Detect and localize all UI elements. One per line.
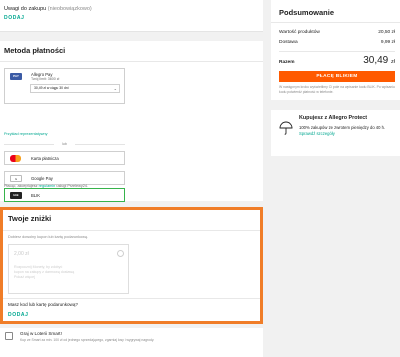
payment-option-label: Google Pay	[31, 176, 53, 181]
total-label: Razem	[279, 60, 295, 65]
checkout-summary-column: Podsumowanie Wartość produktów 20,50 zł …	[263, 0, 400, 357]
allegro-pay-plan-select[interactable]: 30,49 zł w ciągu 30 dni ⌄	[30, 84, 120, 93]
total-currency: zł	[391, 59, 395, 65]
payment-option-blik[interactable]: blik BLIK	[4, 188, 125, 202]
terms-suffix: usługi Przelewy24.	[56, 184, 89, 188]
notes-optional-text: (nieobowiązkowo)	[47, 6, 92, 12]
coupon-amount: 2,00 zł	[14, 251, 29, 257]
protect-details-link[interactable]: Sprawdź szczegóły	[299, 131, 335, 136]
payment-option-allegro-pay[interactable]: PAY Allegro Pay Twój limit: 3600 zł 30,4…	[4, 68, 125, 104]
protect-desc-text: 100% zakupów ze zwrotem pieniędzy do 40 …	[299, 125, 386, 130]
summary-row-label: Dostawa	[279, 40, 298, 45]
google-pay-icon: G	[10, 175, 22, 182]
divider	[271, 22, 400, 23]
add-notes-link[interactable]: DODAJ	[4, 15, 25, 21]
summary-row-value: 9,99 zł	[380, 40, 395, 45]
terms-link[interactable]: regulamin	[39, 184, 56, 188]
allegro-protect-card: Kupujesz z Allegro Protect 100% zakupów …	[271, 110, 400, 156]
coupon-line: kupon na zakupy z darmową dostawą	[14, 270, 75, 274]
summary-card: Podsumowanie Wartość produktów 20,50 zł …	[271, 0, 400, 100]
lottery-title: Graj w Loterii Smart!	[20, 331, 62, 336]
coupon-radio[interactable]	[117, 250, 124, 257]
umbrella-icon	[279, 121, 293, 135]
coupon-line: Pokaż więcej	[14, 275, 35, 279]
representative-example-link[interactable]: Przykład reprezentatywny	[4, 132, 47, 136]
blik-info-note: W następnym kroku wyświetlimy Ci pole na…	[279, 85, 395, 94]
divider	[3, 230, 260, 231]
pay-with-blik-button[interactable]: PŁACĘ BLIKIEM	[279, 71, 395, 82]
protect-title: Kupujesz z Allegro Protect	[299, 115, 368, 121]
payment-option-label: BLIK	[31, 193, 41, 198]
lottery-description: Kup ze Smart za min. 100 zł od jednego s…	[20, 338, 155, 342]
payment-terms-note: Płacąc, akceptujesz regulamin usługi Prz…	[4, 184, 88, 188]
total-value: 30,49 zł	[363, 55, 395, 66]
discounts-title: Twoje zniżki	[8, 214, 52, 223]
allegro-pay-limit: Twój limit: 3600 zł	[31, 77, 60, 81]
allegro-pay-icon: PAY	[10, 73, 22, 80]
divider	[0, 61, 263, 62]
ticket-icon	[5, 332, 13, 340]
card-icon	[10, 155, 21, 162]
or-divider: lub	[4, 142, 125, 146]
notes-label: Uwagi do zakupu (nieobowiązkowo)	[4, 6, 92, 12]
summary-row-value: 20,50 zł	[378, 30, 395, 35]
summary-title: Podsumowanie	[279, 8, 335, 17]
payment-method-title: Metoda płatności	[4, 46, 66, 55]
notes-label-text: Uwagi do zakupu	[4, 6, 47, 12]
add-gift-code-link[interactable]: DODAJ	[8, 312, 29, 318]
divider	[3, 298, 260, 299]
summary-row-products: Wartość produktów 20,50 zł	[279, 30, 395, 35]
payment-option-label: Karta płatnicza	[31, 156, 59, 161]
payment-method-card: Metoda płatności PAY Allegro Pay Twój li…	[0, 41, 263, 221]
gift-code-question: Masz kod lub kartę podarunkową?	[8, 302, 78, 307]
notes-card: Uwagi do zakupu (nieobowiązkowo) DODAJ	[0, 0, 263, 32]
blik-icon: blik	[10, 192, 22, 199]
lottery-card: Graj w Loterii Smart! Kup ze Smart za mi…	[0, 328, 263, 357]
total-amount: 30,49	[363, 55, 389, 66]
discounts-card: Twoje zniżki Dobierz dowolny kupon lub k…	[0, 207, 263, 324]
allegro-pay-plan-value: 30,49 zł w ciągu 30 dni	[34, 86, 69, 90]
discounts-description: Dobierz dowolny kupon lub kartę podarunk…	[8, 235, 88, 239]
summary-row-label: Wartość produktów	[279, 30, 320, 35]
payment-option-card[interactable]: Karta płatnicza	[4, 151, 125, 165]
coupon-line: Rozpocznij Monety, by zdobyć	[14, 265, 63, 269]
divider	[279, 51, 395, 52]
summary-row-delivery: Dostawa 9,99 zł	[279, 40, 395, 45]
chevron-down-icon: ⌄	[113, 86, 117, 91]
coupon-card[interactable]: 2,00 zł Rozpocznij Monety, by zdobyć kup…	[8, 244, 129, 294]
payment-option-google-pay[interactable]: G Google Pay	[4, 171, 125, 185]
protect-description: 100% zakupów ze zwrotem pieniędzy do 40 …	[299, 125, 396, 136]
terms-prefix: Płacąc, akceptujesz	[4, 184, 38, 188]
